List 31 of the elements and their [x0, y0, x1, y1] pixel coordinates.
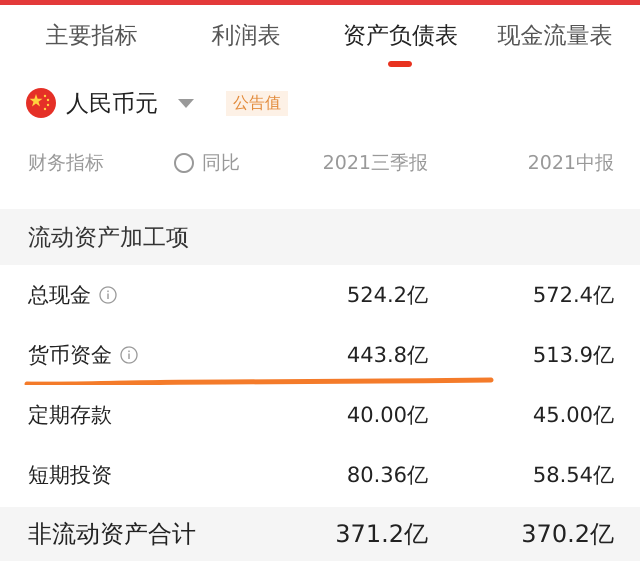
info-icon[interactable]: [99, 286, 117, 304]
row-label: 短期投资: [28, 462, 112, 489]
table-cell-text: 80.36亿: [346, 462, 428, 489]
info-icon[interactable]: [120, 346, 138, 364]
tab[interactable]: 利润表: [168, 5, 323, 65]
column-header: 2021三季报: [322, 151, 428, 176]
total-cell-text: 370.2亿: [520, 519, 614, 550]
tab[interactable]: 主要指标: [14, 5, 168, 65]
flag-icon: [26, 88, 56, 118]
table-cell-text: 443.8亿: [346, 342, 428, 369]
column-header: 2021中报: [526, 151, 614, 176]
total-cell-text: 371.2亿: [334, 519, 428, 550]
announcement-badge: 公告值: [226, 90, 288, 116]
table-cell-text: 513.9亿: [532, 342, 614, 369]
column-header: 财务指标: [28, 151, 104, 176]
tab-indicator: [388, 61, 412, 67]
row-label: 货币资金: [28, 342, 112, 369]
section-title: 流动资产加工项: [28, 224, 189, 252]
table-cell-text: 45.00亿: [532, 402, 614, 429]
table-cell-text: 58.54亿: [532, 462, 614, 489]
tab[interactable]: 现金流量表: [478, 5, 632, 65]
dropdown-caret-icon[interactable]: [178, 98, 194, 108]
compare-radio[interactable]: [174, 153, 194, 173]
tab[interactable]: 资产负债表: [323, 5, 478, 65]
table-cell-text: 40.00亿: [346, 402, 428, 429]
row-label: 总现金: [28, 282, 91, 309]
row-label: 定期存款: [28, 402, 112, 429]
table-cell-text: 572.4亿: [532, 282, 614, 309]
currency-label[interactable]: 人民币元: [66, 88, 158, 118]
total-label: 非流动资产合计: [28, 519, 197, 550]
table-cell-text: 524.2亿: [346, 282, 428, 309]
